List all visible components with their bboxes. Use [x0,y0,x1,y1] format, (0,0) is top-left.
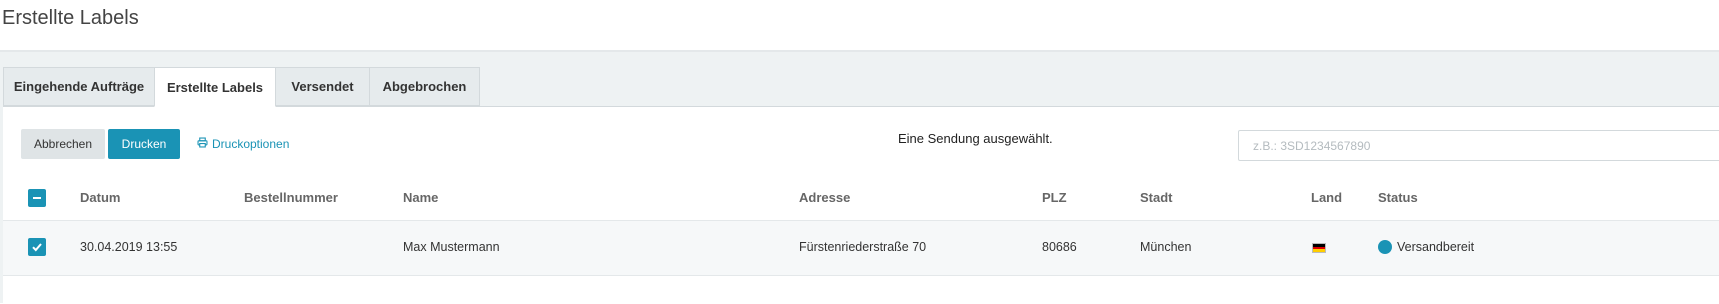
checkmark-icon [32,243,42,252]
column-header-status[interactable]: Status [1378,190,1418,205]
cell-name: Max Mustermann [403,240,500,254]
cancel-button[interactable]: Abbrechen [21,129,105,159]
cell-datum: 30.04.2019 13:55 [80,240,178,254]
search-input[interactable] [1238,130,1719,161]
tab-bar: Eingehende Aufträge Erstellte Labels Ver… [3,67,480,107]
row-checkbox[interactable] [28,238,46,256]
select-all-checkbox[interactable] [28,189,46,207]
column-header-plz[interactable]: PLZ [1042,190,1067,205]
cell-plz: 80686 [1042,240,1077,254]
column-header-land[interactable]: Land [1311,190,1342,205]
printer-icon [197,137,208,151]
print-options-link[interactable]: Druckoptionen [197,137,289,151]
germany-flag-icon [1312,243,1326,253]
column-header-adresse[interactable]: Adresse [799,190,850,205]
column-header-bestellnummer[interactable]: Bestellnummer [244,190,338,205]
column-header-name[interactable]: Name [403,190,438,205]
print-button[interactable]: Drucken [108,129,180,159]
tab-eingehende-auftraege[interactable]: Eingehende Aufträge [3,67,155,106]
cell-adresse: Fürstenriederstraße 70 [799,240,927,254]
column-header-datum[interactable]: Datum [80,190,120,205]
tab-erstellte-labels[interactable]: Erstellte Labels [154,67,276,107]
cell-stadt: München [1140,240,1192,254]
selection-info: Eine Sendung ausgewählt. [898,131,1053,146]
page-header: Erstellte Labels [0,0,1719,52]
column-header-stadt[interactable]: Stadt [1140,190,1173,205]
page-title: Erstellte Labels [2,7,139,29]
cell-status: Versandbereit [1397,240,1475,254]
minus-icon [33,197,41,199]
print-options-label: Druckoptionen [212,137,290,151]
tab-abgebrochen[interactable]: Abgebrochen [369,67,480,106]
tab-versendet[interactable]: Versendet [275,67,370,106]
status-indicator-icon [1378,240,1392,254]
